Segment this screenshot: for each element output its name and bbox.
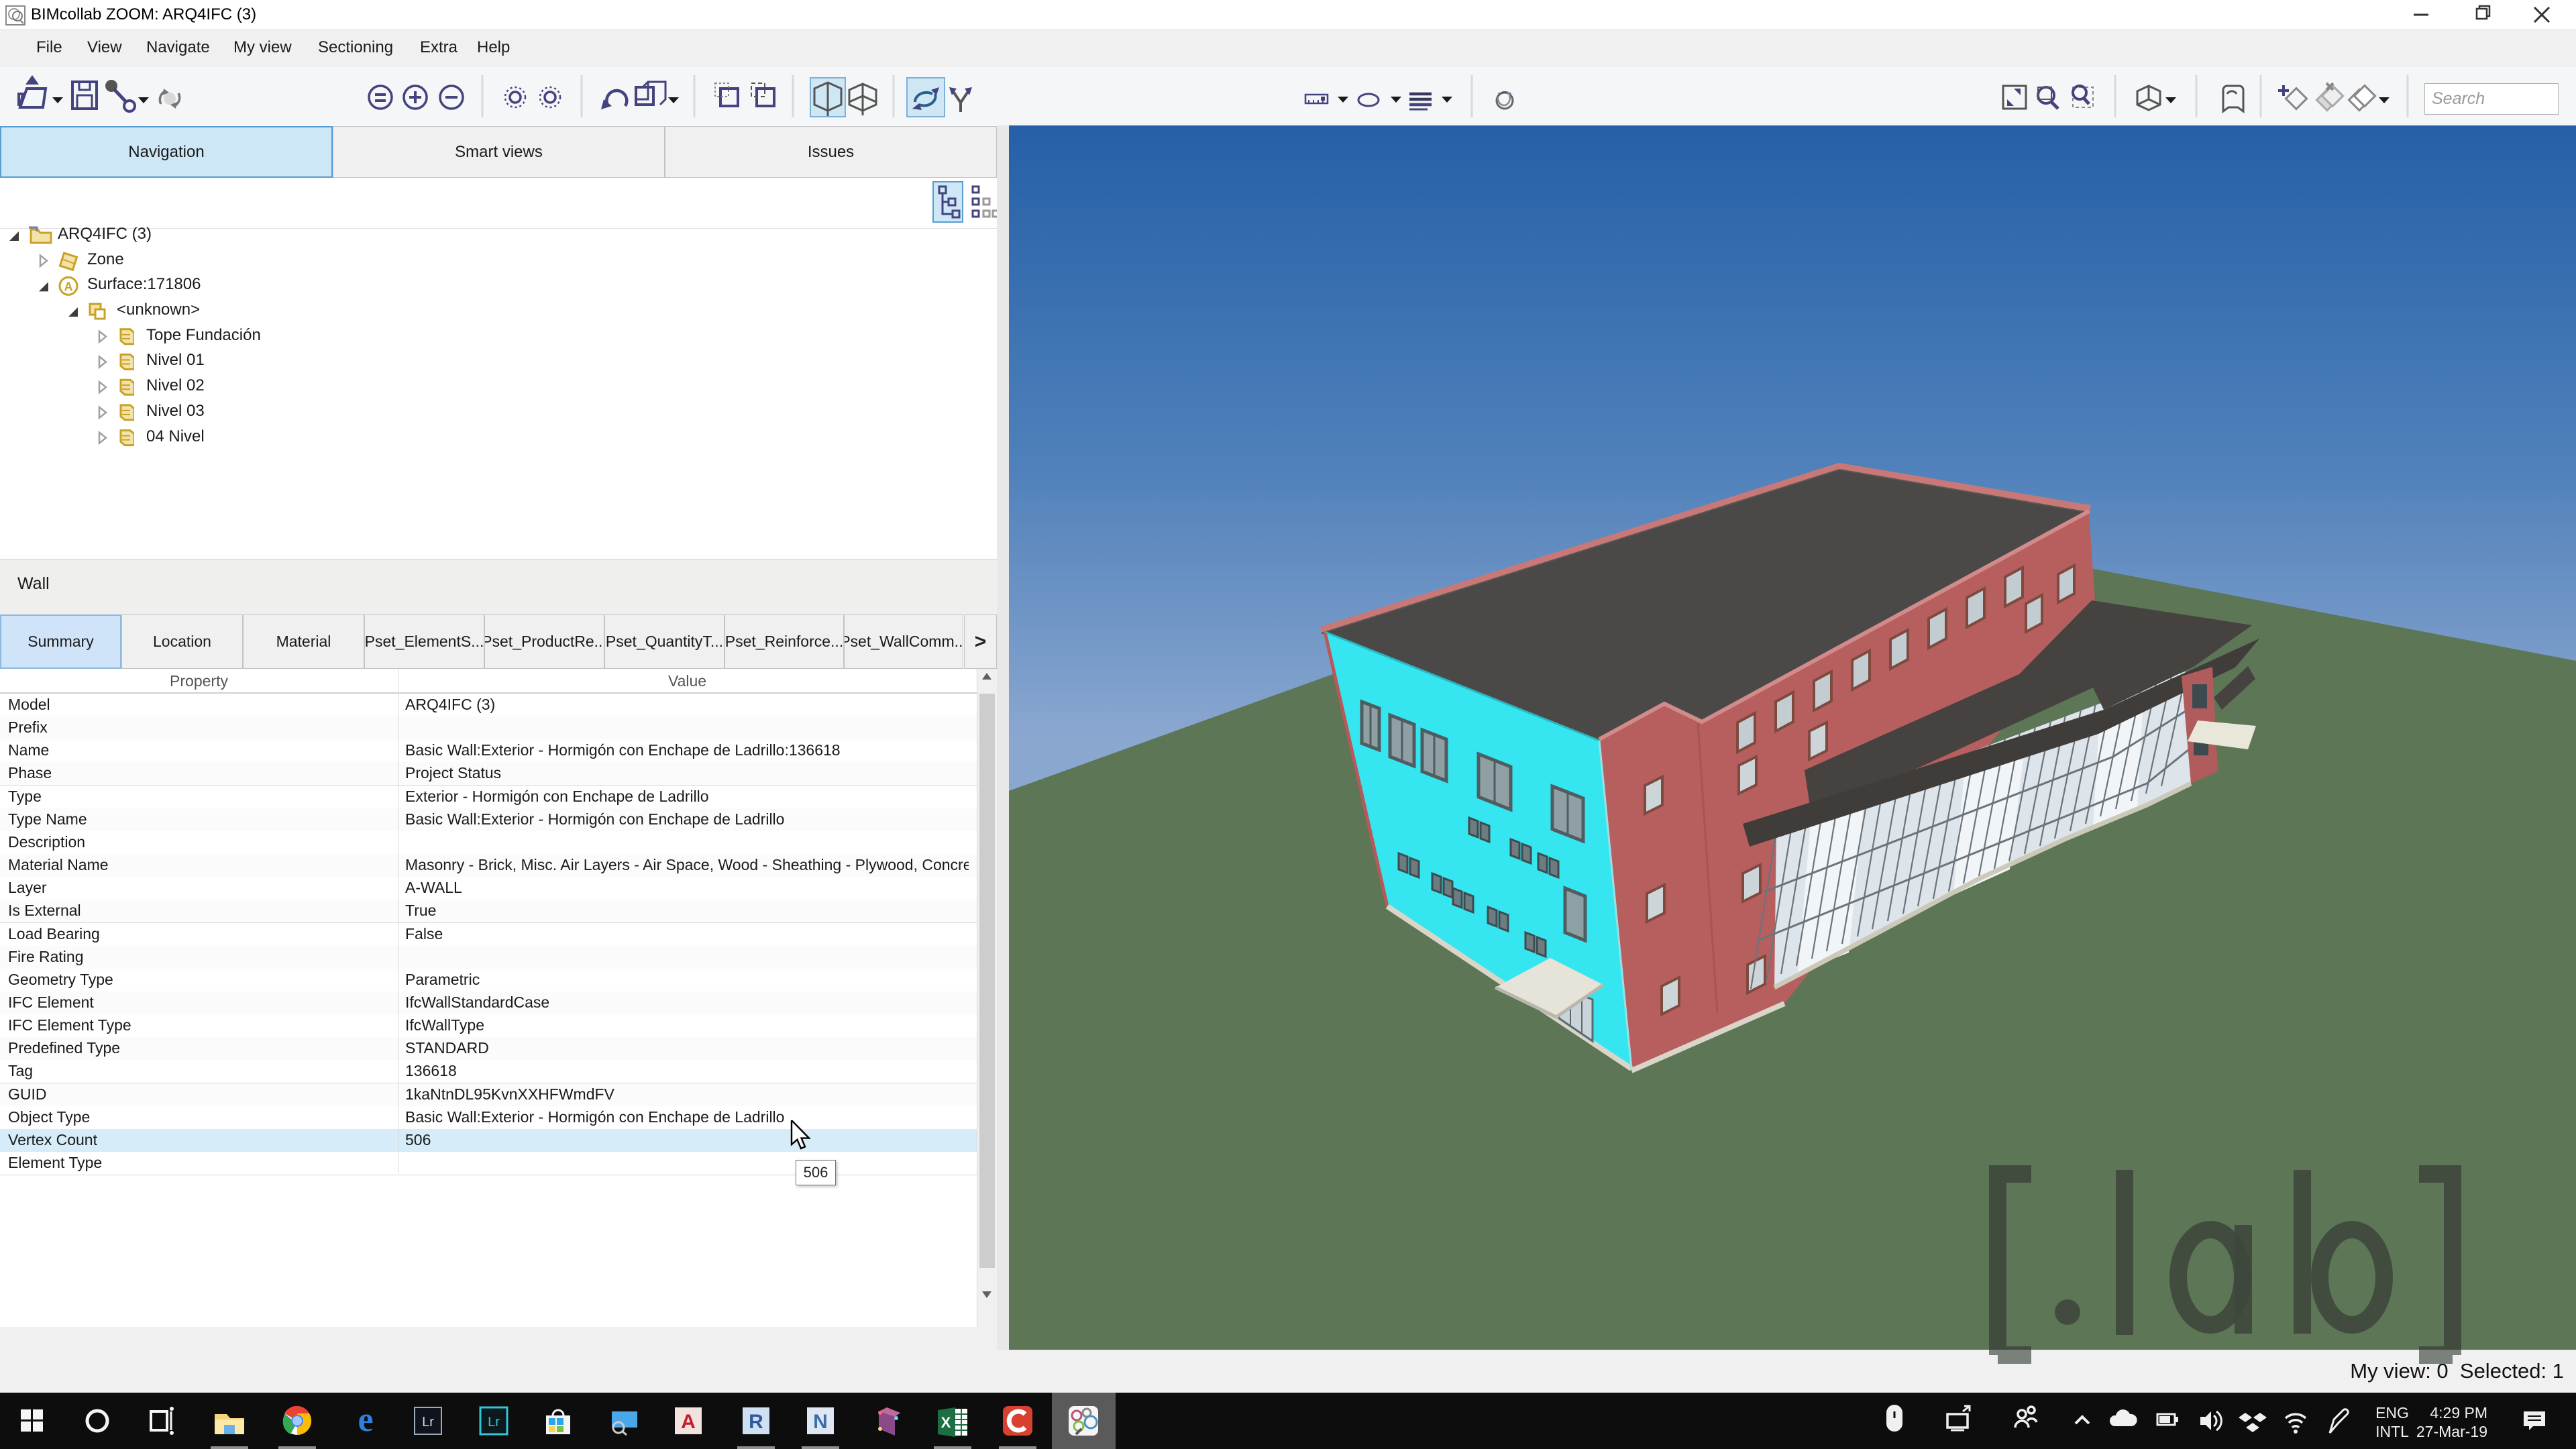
svg-text:X: X	[941, 1414, 951, 1431]
svg-text:R: R	[749, 1411, 763, 1433]
svg-text:A: A	[64, 280, 73, 293]
svg-text:N: N	[813, 1411, 828, 1433]
svg-text:Lr: Lr	[488, 1415, 500, 1430]
svg-text:A: A	[681, 1411, 696, 1433]
svg-text:Lr: Lr	[422, 1415, 434, 1430]
svg-text:e: e	[358, 1401, 373, 1439]
svg-text:ENG: ENG	[2375, 1404, 2409, 1421]
svg-text:27-Mar-19: 27-Mar-19	[2416, 1423, 2487, 1440]
svg-text:INTL: INTL	[2375, 1423, 2409, 1440]
svg-text:4:29 PM: 4:29 PM	[2430, 1404, 2487, 1421]
